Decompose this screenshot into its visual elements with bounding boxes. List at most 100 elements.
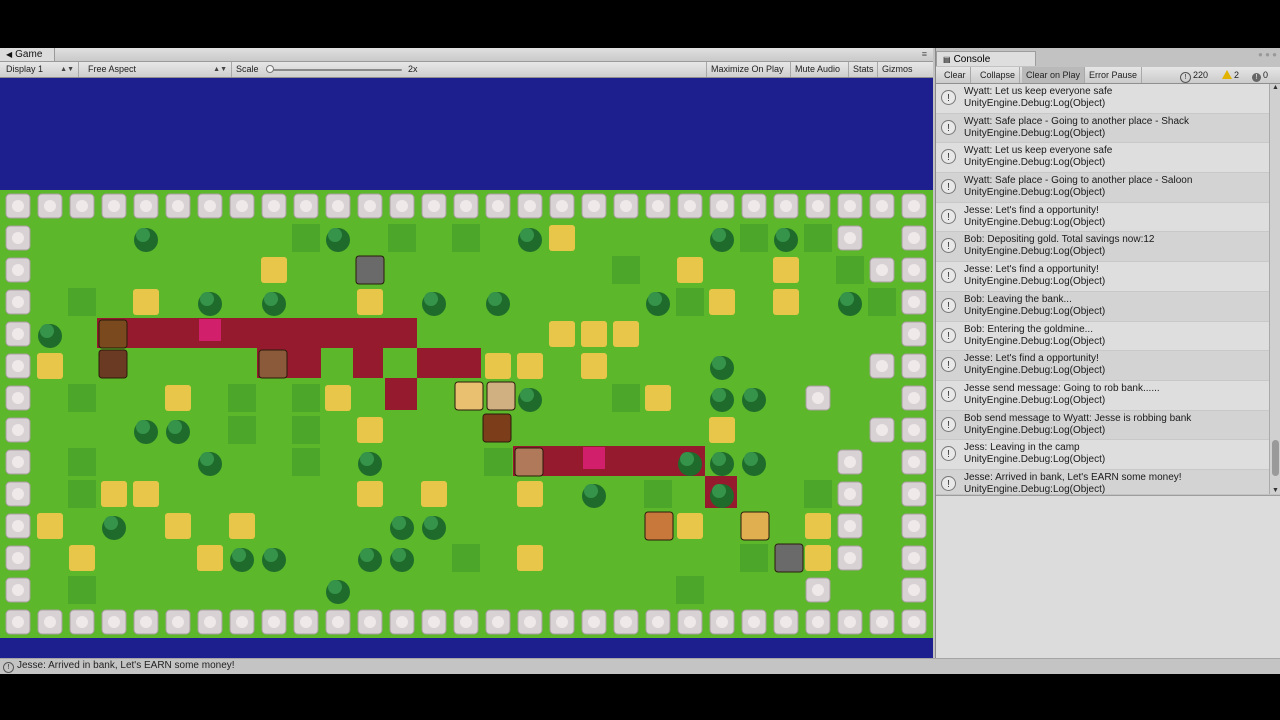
maximize-on-play-button[interactable]: Maximize On Play (706, 62, 788, 77)
tree-leaf-highlight (136, 228, 150, 242)
tree-leaf-highlight (840, 292, 854, 306)
stone-highlight (588, 616, 600, 628)
hay-patch (357, 417, 383, 443)
log-source: UnityEngine.Debug:Log(Object) (964, 424, 1106, 436)
stone-highlight (876, 360, 888, 372)
log-entry[interactable]: ! Wyatt: Safe place - Going to another pl… (936, 173, 1269, 203)
console-scrollbar[interactable]: ▲ ▼ (1269, 84, 1280, 494)
log-entry[interactable]: ! Bob send message to Wyatt: Jesse is rob… (936, 410, 1269, 441)
tree-leaf-highlight (680, 452, 694, 466)
log-message: Wyatt: Safe place - Going to another pla… (964, 175, 1193, 187)
console-log-list[interactable]: ! Wyatt: Let us keep everyone safe UnityEn… (936, 84, 1269, 494)
scroll-down-arrow-icon[interactable]: ▼ (1272, 487, 1279, 494)
log-entry[interactable]: ! Wyatt: Let us keep everyone safe UnityEn… (936, 143, 1269, 174)
game-panel: ◀ Game ≡ Display 1 ▲▼ Free Aspect ▲▼ Scale … (0, 48, 933, 658)
stone-highlight (12, 232, 24, 244)
stone-highlight (44, 616, 56, 628)
tab-game[interactable]: ◀ Game (0, 48, 56, 61)
hay-patch (805, 513, 831, 539)
log-entry[interactable]: ! Jesse: Let's find a opportunity! UnityEn… (936, 203, 1269, 233)
tab-console[interactable]: ▤ Console (936, 51, 1036, 66)
scroll-up-arrow-icon[interactable]: ▲ (1272, 84, 1279, 91)
stone-highlight (684, 616, 696, 628)
collapse-button[interactable]: Collapse (976, 67, 1021, 83)
log-entry[interactable]: ! Wyatt: Let us keep everyone safe UnityEn… (936, 84, 1269, 114)
tree-leaf-highlight (232, 548, 246, 562)
window-controls-icon[interactable]: ● ● ● (1258, 50, 1277, 59)
log-info-icon: ! (941, 386, 956, 402)
hay-patch (677, 513, 703, 539)
log-message: Wyatt: Safe place - Going to another pla… (964, 115, 1190, 127)
log-entry[interactable]: ! Jesse: Arrived in bank, Let's EARN some… (936, 469, 1269, 494)
scale-slider[interactable] (266, 69, 402, 71)
cowboy-character-icon (644, 511, 674, 541)
warning-count-toggle[interactable]: 2 (1222, 67, 1239, 83)
stone-highlight (908, 456, 920, 468)
log-entry[interactable]: ! Bob: Leaving the bank... UnityEngine.Deb… (936, 291, 1269, 322)
scale-slider-handle[interactable] (265, 65, 274, 73)
log-entry[interactable]: ! Wyatt: Safe place - Going to another pl… (936, 113, 1269, 144)
scrollbar-thumb[interactable] (1272, 440, 1279, 476)
highlight-marker (199, 319, 221, 341)
tree-leaf-highlight (648, 292, 662, 306)
panel-menu-icon[interactable]: ≡ (922, 49, 927, 59)
log-message: Wyatt: Let us keep everyone safe (964, 86, 1113, 97)
dark-grass-patch (676, 576, 704, 604)
stone-highlight (876, 264, 888, 276)
hay-patch (325, 385, 351, 411)
hay-patch (805, 545, 831, 571)
log-entry[interactable]: ! Jesse: Let's find a opportunity! UnityEn… (936, 351, 1269, 381)
info-icon: ! (3, 662, 14, 673)
stone-highlight (908, 200, 920, 212)
error-icon: ! (1252, 73, 1261, 82)
clear-on-play-toggle[interactable]: Clear on Play (1022, 67, 1086, 83)
console-detail-pane[interactable] (936, 495, 1280, 659)
stone-highlight (556, 616, 568, 628)
stone-highlight (172, 200, 184, 212)
log-message: Jesse send message: Going to rob bank...… (964, 382, 1160, 394)
dark-grass-patch (228, 416, 256, 444)
stone-highlight (908, 360, 920, 372)
log-entry[interactable]: ! Bob: Entering the goldmine... UnityEngin… (936, 322, 1269, 352)
stone-highlight (620, 200, 632, 212)
tree-leaf-highlight (424, 292, 438, 306)
tab-game-label: Game (15, 49, 43, 60)
log-entry[interactable]: ! Jesse send message: Going to rob bank..… (936, 381, 1269, 411)
error-pause-toggle[interactable]: Error Pause (1085, 67, 1143, 83)
shack-building-icon (258, 349, 288, 379)
log-entry[interactable]: ! Jesse: Let's find a opportunity! UnityEn… (936, 262, 1269, 292)
display-dropdown[interactable]: Display 1 ▲▼ (0, 62, 79, 77)
clear-button[interactable]: Clear (940, 67, 971, 83)
stone-highlight (12, 552, 24, 564)
highlight-marker (583, 447, 605, 469)
warning-count: 2 (1234, 70, 1240, 80)
unity-editor-window: ◀ Game ≡ Display 1 ▲▼ Free Aspect ▲▼ Scale … (0, 48, 1280, 674)
mute-audio-button[interactable]: Mute Audio (790, 62, 844, 77)
dark-grass-patch (292, 416, 320, 444)
aspect-dropdown[interactable]: Free Aspect ▲▼ (82, 62, 232, 77)
camp-building-icon (98, 319, 128, 349)
game-viewport[interactable] (0, 78, 933, 658)
stats-button[interactable]: Stats (848, 62, 878, 77)
stone-highlight (12, 200, 24, 212)
log-source: UnityEngine.Debug:Log(Object) (964, 246, 1106, 258)
dark-grass-patch (68, 480, 96, 508)
log-entry[interactable]: ! Bob: Depositing gold. Total savings now… (936, 232, 1269, 263)
stone-highlight (12, 488, 24, 500)
log-info-icon: ! (941, 416, 956, 432)
stone-highlight (812, 200, 824, 212)
hay-patch (517, 353, 543, 379)
stone-highlight (844, 552, 856, 564)
error-count-toggle[interactable]: ! 0 (1252, 67, 1268, 83)
stone-highlight (652, 200, 664, 212)
stone-highlight (716, 616, 728, 628)
danger-zone-tile (385, 378, 417, 410)
status-bar[interactable]: ! Jesse: Arrived in bank, Let's EARN some… (0, 658, 1280, 674)
sheriff-character-icon (740, 511, 770, 541)
gizmos-button[interactable]: Gizmos (877, 62, 917, 77)
log-count-toggle[interactable]: ! 220 (1180, 67, 1208, 83)
log-source: UnityEngine.Debug:Log(Object) (964, 305, 1106, 317)
log-entry[interactable]: ! Jess: Leaving in the camp UnityEngine.De… (936, 440, 1269, 470)
game-tab-bar: ◀ Game ≡ (0, 48, 933, 62)
console-icon: ▤ (943, 55, 951, 64)
